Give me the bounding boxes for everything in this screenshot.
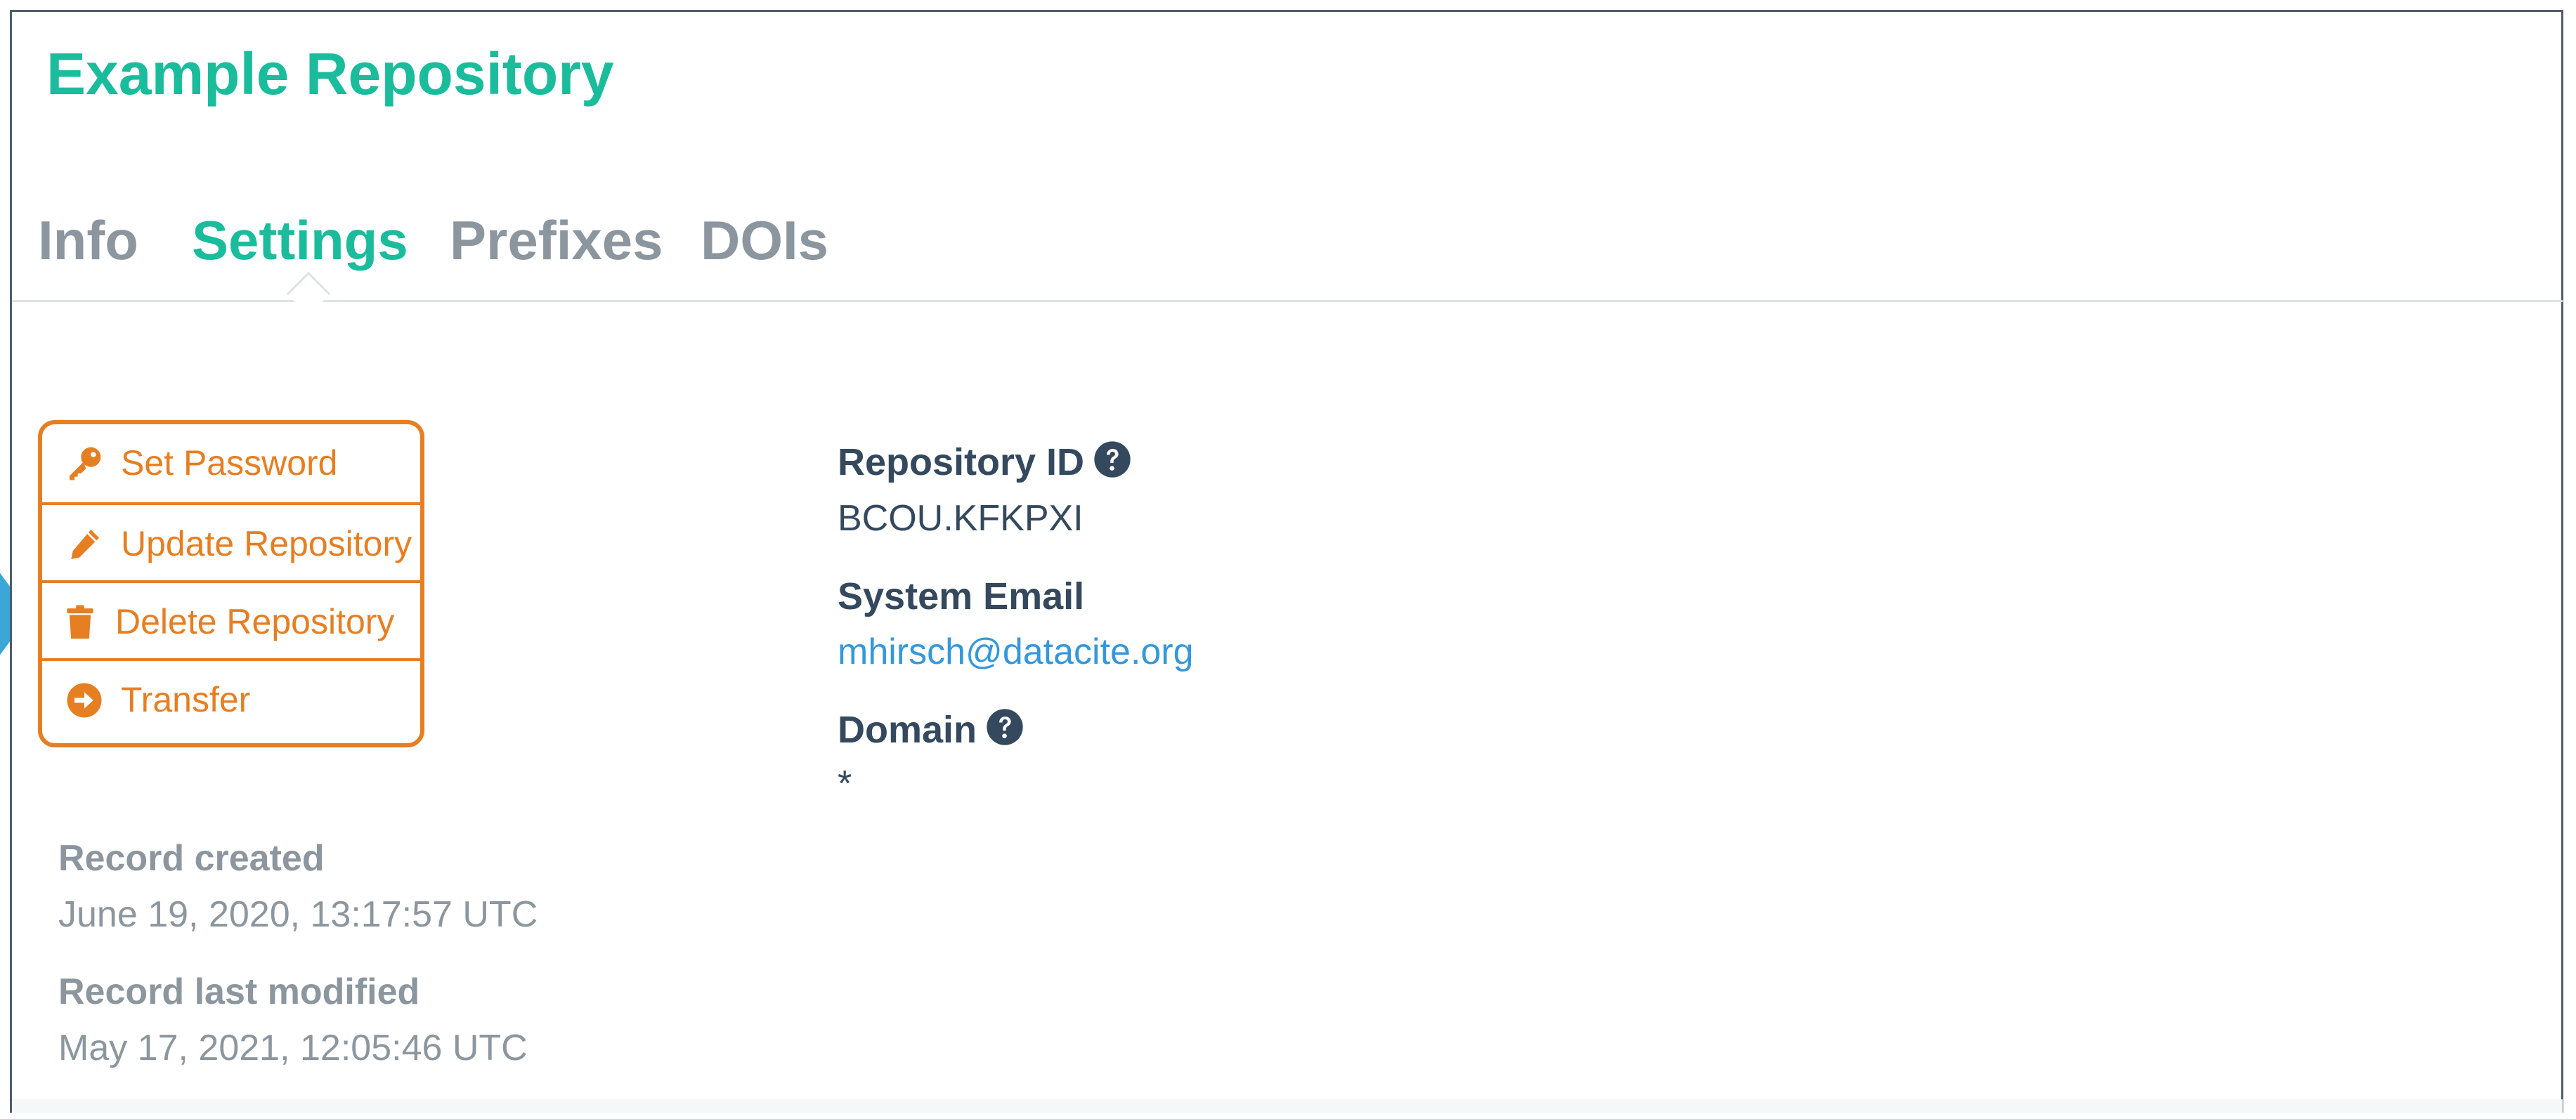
system-email-label: System Email bbox=[838, 575, 1085, 617]
trash-icon bbox=[67, 605, 93, 639]
tab-bar: Info Settings Prefixes DOIs bbox=[12, 202, 2561, 300]
tab-prefixes[interactable]: Prefixes bbox=[450, 202, 663, 279]
domain-value: * bbox=[838, 764, 852, 804]
record-created-value: June 19, 2020, 13:17:57 UTC bbox=[58, 894, 538, 935]
pencil-icon bbox=[71, 530, 99, 559]
footer-band bbox=[12, 1099, 2563, 1113]
update-repository-button[interactable]: Update Repository bbox=[42, 502, 420, 580]
tab-dois[interactable]: DOIs bbox=[701, 202, 828, 279]
page-title: Example Repository bbox=[46, 41, 614, 107]
transfer-label: Transfer bbox=[121, 680, 251, 719]
key-icon bbox=[70, 447, 101, 480]
tab-divider bbox=[12, 300, 2563, 302]
system-email-link[interactable]: mhirsch@datacite.org bbox=[838, 627, 1194, 676]
delete-repository-button[interactable]: Delete Repository bbox=[42, 580, 420, 658]
delete-repository-label: Delete Repository bbox=[115, 602, 395, 641]
actions-menu: Set Password Update Repository Delete Re… bbox=[38, 420, 424, 747]
question-circle-icon[interactable] bbox=[985, 707, 1024, 747]
record-modified-value: May 17, 2021, 12:05:46 UTC bbox=[58, 1028, 528, 1068]
repository-id-value: BCOU.KFKPXI bbox=[838, 498, 1084, 539]
update-repository-label: Update Repository bbox=[121, 524, 412, 563]
repository-id-label: Repository ID bbox=[838, 438, 1132, 487]
record-created-label: Record created bbox=[58, 838, 325, 879]
repository-page: Example Repository Info Settings Prefixe… bbox=[10, 10, 2563, 1113]
record-modified-label: Record last modified bbox=[58, 971, 420, 1012]
set-password-label: Set Password bbox=[121, 443, 338, 483]
transfer-button[interactable]: Transfer bbox=[42, 658, 420, 736]
set-password-button[interactable]: Set Password bbox=[42, 424, 420, 502]
question-circle-icon[interactable] bbox=[1093, 440, 1132, 479]
tab-settings[interactable]: Settings bbox=[192, 202, 408, 279]
arrow-circle-right-icon bbox=[67, 683, 102, 718]
tab-info[interactable]: Info bbox=[38, 202, 138, 279]
domain-label: Domain bbox=[838, 705, 1024, 754]
